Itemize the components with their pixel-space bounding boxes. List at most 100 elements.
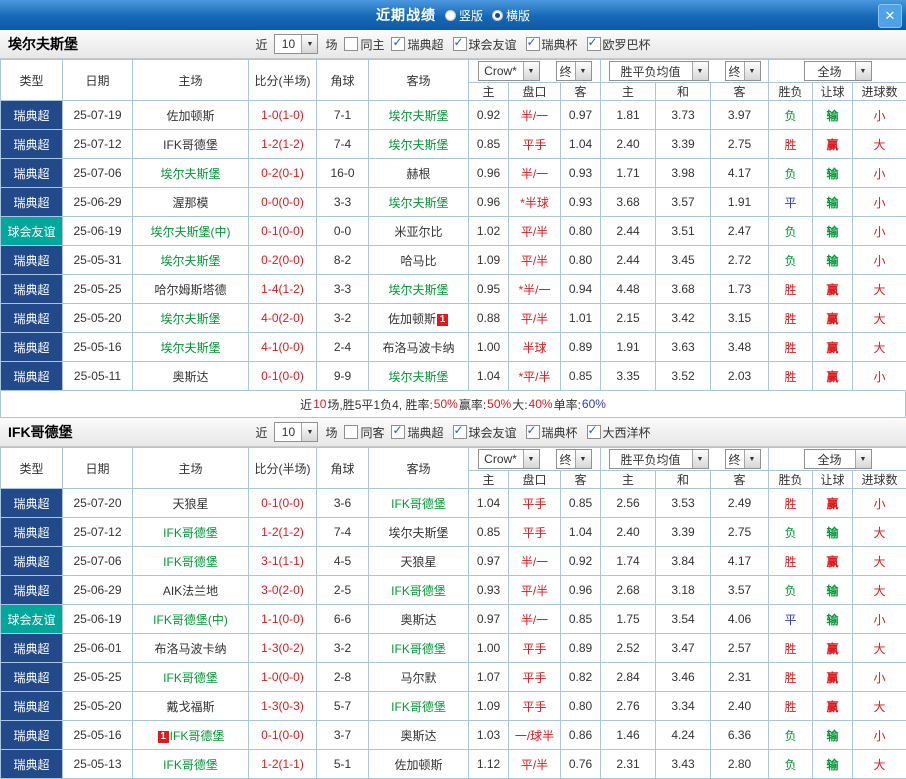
match-score: 0-1(0-0) xyxy=(249,217,317,246)
league-checkbox[interactable]: 瑞典超 xyxy=(391,424,443,441)
team-name: 埃尔夫斯堡 xyxy=(388,109,448,123)
away-team-cell: 埃尔夫斯堡 xyxy=(369,130,469,159)
filter-controls: 近 10 场 同主 瑞典超球会友谊瑞典杯欧罗巴杯 xyxy=(255,34,650,54)
team-name: 渥那模 xyxy=(172,196,208,210)
europe-stage-select[interactable]: 终 xyxy=(725,449,761,469)
europe-home-odds: 4.48 xyxy=(601,275,656,304)
asian-home-odds: 0.97 xyxy=(469,547,509,576)
match-score: 1-2(1-2) xyxy=(249,518,317,547)
match-count-select[interactable]: 10 xyxy=(274,34,318,54)
odds-company-select[interactable]: Crow* xyxy=(478,61,540,81)
match-date: 25-05-31 xyxy=(63,246,133,275)
home-team-cell: 1IFK哥德堡 xyxy=(133,721,249,750)
asian-handicap-line: 一/球半 xyxy=(509,721,561,750)
team-name: 埃尔夫斯堡 xyxy=(388,283,448,297)
asian-away-odds: 0.80 xyxy=(561,217,601,246)
europe-home-odds: 2.40 xyxy=(601,130,656,159)
asian-stage-select[interactable]: 终 xyxy=(556,61,592,81)
team-name: 赫根 xyxy=(406,167,430,181)
europe-draw-odds: 3.45 xyxy=(656,246,711,275)
corner-score: 9-9 xyxy=(317,362,369,391)
away-team-cell: 埃尔夫斯堡 xyxy=(369,518,469,547)
asian-stage-select[interactable]: 终 xyxy=(556,449,592,469)
asian-away-odds: 1.04 xyxy=(561,518,601,547)
asian-away-odds: 1.01 xyxy=(561,304,601,333)
league-checkbox[interactable]: 瑞典杯 xyxy=(526,36,578,53)
checkbox-box xyxy=(344,425,358,439)
league-checkbox[interactable]: 大西洋杯 xyxy=(587,424,651,441)
scope-select[interactable]: 全场 xyxy=(804,61,872,81)
chevron-down-icon xyxy=(575,450,591,468)
league-checkbox[interactable]: 瑞典超 xyxy=(391,36,443,53)
asian-handicap-line: 平手 xyxy=(509,634,561,663)
match-date: 25-05-16 xyxy=(63,721,133,750)
asian-home-odds: 0.93 xyxy=(469,576,509,605)
europe-away-odds: 3.57 xyxy=(711,576,769,605)
handicap-result: 赢 xyxy=(813,333,853,362)
team-name: IFK哥德堡 xyxy=(391,584,446,598)
asian-home-odds: 0.97 xyxy=(469,605,509,634)
section-team-2: IFK哥德堡 近 10 场 同客 瑞典超球会友谊瑞典杯大西洋杯 xyxy=(0,418,906,779)
match-result: 胜 xyxy=(769,692,813,721)
asian-home-odds: 1.00 xyxy=(469,634,509,663)
corner-score: 5-1 xyxy=(317,750,369,779)
chevron-down-icon xyxy=(523,62,539,80)
checkbox-label: 球会友谊 xyxy=(469,36,517,53)
home-team-cell: 布洛马波卡纳 xyxy=(133,634,249,663)
league-checkbox[interactable]: 球会友谊 xyxy=(453,36,517,53)
europe-home-odds: 1.91 xyxy=(601,333,656,362)
match-row: 瑞典超25-06-29AIK法兰地3-0(2-0)2-5IFK哥德堡0.93平/… xyxy=(1,576,906,605)
league-checkbox-group: 瑞典超 球会友谊瑞典杯欧罗巴杯 xyxy=(391,36,650,53)
away-team-cell: IFK哥德堡 xyxy=(369,634,469,663)
match-row: 瑞典超25-05-11奥斯达0-1(0-0)9-9埃尔夫斯堡1.04*平/半0.… xyxy=(1,362,906,391)
europe-draw-odds: 3.43 xyxy=(656,750,711,779)
same-venue-checkbox[interactable]: 同主 xyxy=(344,36,384,53)
team-name: 哈尔姆斯塔德 xyxy=(154,283,226,297)
team-name: 奥斯达 xyxy=(400,613,436,627)
near-label: 近 xyxy=(255,36,267,53)
match-type: 瑞典超 xyxy=(1,362,63,391)
asian-home-odds: 1.09 xyxy=(469,692,509,721)
league-checkbox[interactable]: 瑞典杯 xyxy=(526,424,578,441)
europe-odds-select[interactable]: 胜平负均值 xyxy=(609,61,709,81)
team-name: 埃尔夫斯堡 xyxy=(388,196,448,210)
subcol-eu-home: 主 xyxy=(601,83,656,101)
europe-home-odds: 3.35 xyxy=(601,362,656,391)
matches-tbody: 瑞典超25-07-20天狼星0-1(0-0)3-6IFK哥德堡1.04平手0.8… xyxy=(1,489,906,779)
match-type: 瑞典超 xyxy=(1,246,63,275)
europe-away-odds: 6.36 xyxy=(711,721,769,750)
match-result: 胜 xyxy=(769,130,813,159)
subcol-eu-draw: 和 xyxy=(656,471,711,489)
match-result: 负 xyxy=(769,750,813,779)
goals-result: 小 xyxy=(853,721,906,750)
goals-result: 大 xyxy=(853,130,906,159)
league-checkbox[interactable]: 欧罗巴杯 xyxy=(587,36,651,53)
europe-draw-odds: 3.73 xyxy=(656,101,711,130)
europe-odds-select[interactable]: 胜平负均值 xyxy=(609,449,709,469)
home-team-cell: IFK哥德堡 xyxy=(133,547,249,576)
asian-away-odds: 0.80 xyxy=(561,246,601,275)
layout-radio-vertical[interactable]: 竖版 xyxy=(445,7,483,24)
match-result: 胜 xyxy=(769,333,813,362)
match-result: 负 xyxy=(769,159,813,188)
layout-radio-horizontal[interactable]: 横版 xyxy=(492,7,530,24)
goals-result: 小 xyxy=(853,489,906,518)
match-count-select[interactable]: 10 xyxy=(274,422,318,442)
same-venue-checkbox[interactable]: 同客 xyxy=(344,424,384,441)
home-team-cell: 天狼星 xyxy=(133,489,249,518)
match-type: 瑞典超 xyxy=(1,634,63,663)
scope-select[interactable]: 全场 xyxy=(804,449,872,469)
team-name: 埃尔夫斯堡 xyxy=(160,254,220,268)
col-corner: 角球 xyxy=(317,60,369,101)
europe-stage-select[interactable]: 终 xyxy=(725,61,761,81)
match-score: 4-1(0-0) xyxy=(249,333,317,362)
chevron-down-icon xyxy=(301,423,317,441)
goals-result: 小 xyxy=(853,663,906,692)
europe-draw-odds: 3.46 xyxy=(656,663,711,692)
league-checkbox[interactable]: 球会友谊 xyxy=(453,424,517,441)
asian-away-odds: 0.89 xyxy=(561,634,601,663)
odds-company-select[interactable]: Crow* xyxy=(478,449,540,469)
match-row: 瑞典超25-05-20埃尔夫斯堡4-0(2-0)3-2佐加顿斯10.88平/半1… xyxy=(1,304,906,333)
close-button[interactable]: ✕ xyxy=(878,4,902,28)
home-team-cell: 奥斯达 xyxy=(133,362,249,391)
